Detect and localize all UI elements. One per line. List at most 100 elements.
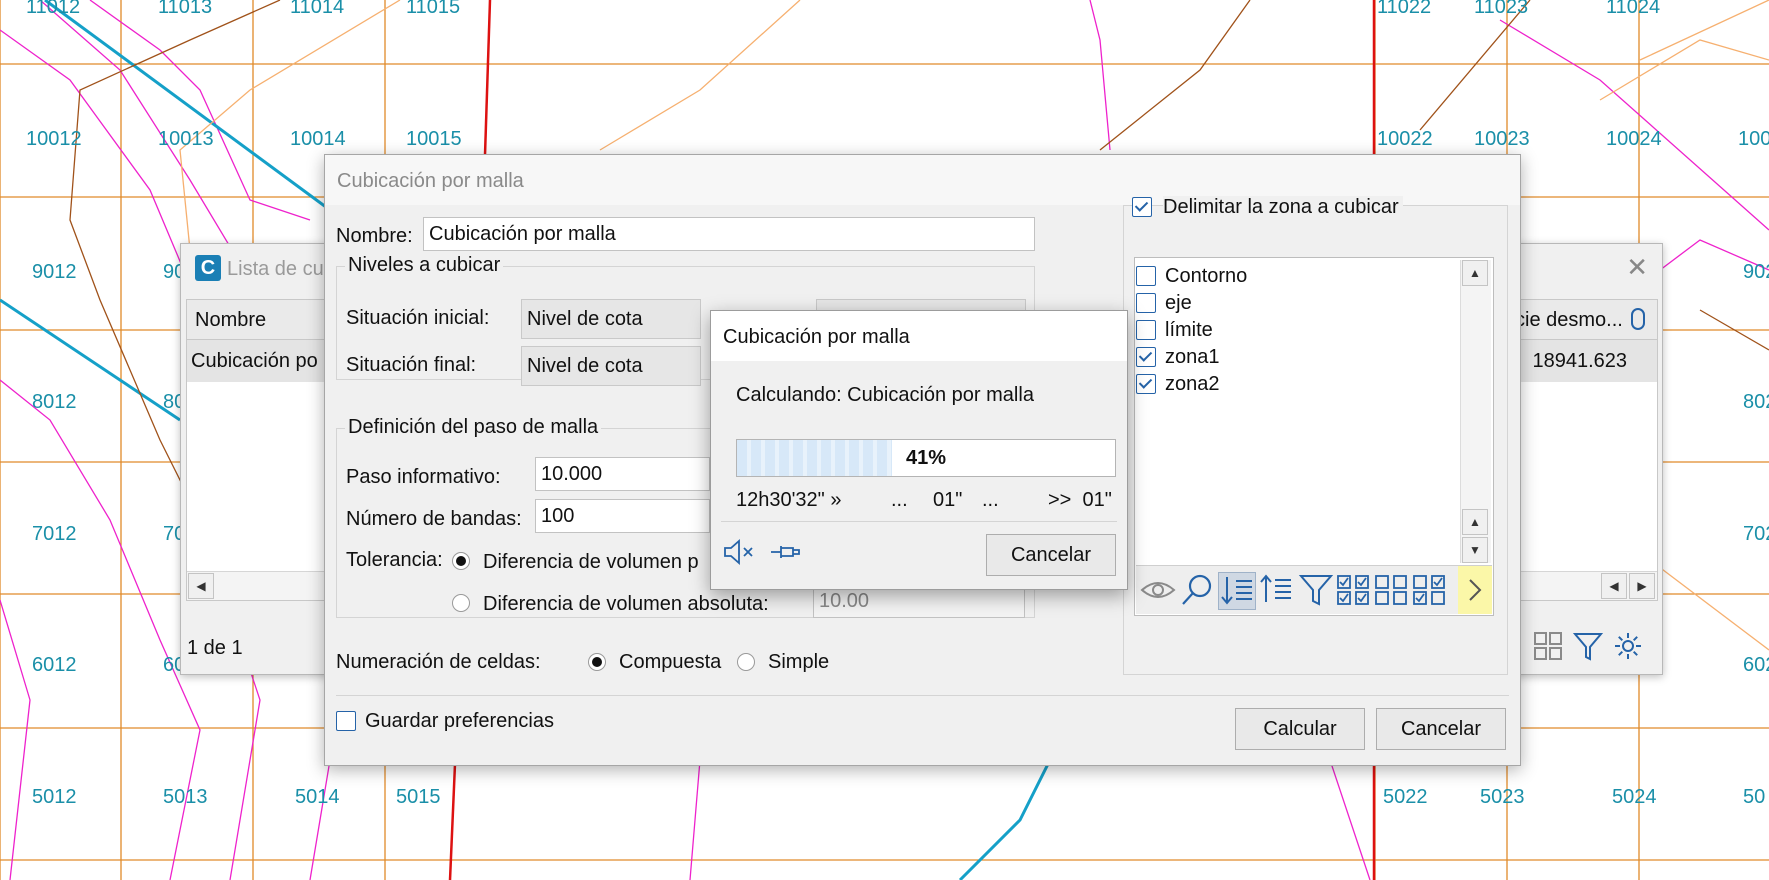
- progress-cancel-button[interactable]: Cancelar: [986, 534, 1116, 576]
- zone-checkbox[interactable]: [1136, 266, 1156, 286]
- zone-label: Contorno: [1165, 265, 1248, 287]
- search-icon[interactable]: [1180, 572, 1216, 608]
- final-situation-select[interactable]: Nivel de cota: [521, 346, 701, 386]
- scroll-down-button[interactable]: ▼: [1462, 537, 1488, 563]
- tolerance-relative-label: Diferencia de volumen p: [483, 551, 699, 573]
- final-situation-label: Situación final:: [346, 354, 477, 376]
- step-field[interactable]: 10.000: [535, 457, 710, 491]
- map-cell-label: 10023: [1474, 128, 1530, 150]
- map-cell-label: 50: [1743, 786, 1766, 808]
- bands-field[interactable]: 100: [535, 499, 710, 533]
- delimit-zone-checkbox[interactable]: [1132, 197, 1152, 217]
- map-cell-label: 5023: [1480, 786, 1525, 808]
- map-cell-label: 5024: [1612, 786, 1657, 808]
- progress-percent: 41%: [905, 447, 947, 469]
- mute-icon[interactable]: [723, 538, 755, 566]
- map-cell-label: 10013: [158, 128, 214, 150]
- map-cell-label: 11014: [290, 0, 345, 18]
- column-header-label: cie desmo...: [1515, 309, 1623, 331]
- progress-remaining: >> 01": [1048, 489, 1112, 511]
- close-icon[interactable]: ✕: [1626, 252, 1648, 283]
- initial-situation-select[interactable]: Nivel de cota: [521, 299, 701, 339]
- map-cell-label: 10022: [1377, 128, 1433, 150]
- delimit-zone-label: Delimitar la zona a cubicar: [1163, 196, 1403, 219]
- column-header-surface[interactable]: cie desmo...: [1507, 300, 1657, 340]
- levels-legend: Niveles a cubicar: [345, 254, 504, 277]
- scroll-left-button-right[interactable]: ◀: [1601, 573, 1627, 599]
- scroll-up-button[interactable]: ▲: [1462, 260, 1488, 286]
- progress-dialog: Cubicación por malla Calculando: Cubicac…: [710, 310, 1128, 590]
- scroll-page-up-button[interactable]: ▲: [1462, 509, 1488, 535]
- scroll-left-button[interactable]: ◀: [188, 573, 214, 599]
- scroll-right-button[interactable]: ▶: [1629, 573, 1655, 599]
- map-cell-label: 10012: [26, 128, 82, 150]
- numbering-compound-radio[interactable]: [588, 653, 606, 671]
- chevron-right-icon[interactable]: [1458, 566, 1492, 614]
- sort-descending-icon[interactable]: [1218, 572, 1256, 610]
- numbering-simple-radio[interactable]: [737, 653, 755, 671]
- numbering-label: Numeración de celdas:: [336, 651, 541, 673]
- map-cell-label: 10014: [290, 128, 346, 150]
- map-cell-label: 11012: [26, 0, 81, 18]
- pager-text: 1 de 1: [187, 637, 243, 659]
- calculate-button[interactable]: Calcular: [1235, 708, 1365, 750]
- cancel-button[interactable]: Cancelar: [1376, 708, 1506, 750]
- progress-dots: ...: [982, 489, 999, 511]
- zone-label: límite: [1165, 319, 1213, 341]
- map-cell-label: 5013: [163, 786, 208, 808]
- map-cell-label: 5022: [1383, 786, 1428, 808]
- list-window-title: Lista de cu: [227, 258, 324, 280]
- app-logo-icon: C: [195, 255, 221, 281]
- map-cell-label: 8012: [32, 391, 77, 413]
- map-cell-label: 10024: [1606, 128, 1662, 150]
- row-value: 18941.623: [1532, 350, 1627, 372]
- grid-step-legend: Definición del paso de malla: [345, 416, 602, 439]
- numbering-simple-label: Simple: [768, 651, 830, 673]
- divider: [721, 521, 1117, 522]
- filter-icon[interactable]: [1298, 572, 1334, 608]
- gear-icon[interactable]: [1613, 631, 1643, 661]
- zone-label: zona2: [1165, 373, 1220, 395]
- map-cell-label: 7012: [32, 523, 77, 545]
- tolerance-absolute-radio[interactable]: [452, 594, 470, 612]
- row-name: Cubicación po: [191, 350, 318, 372]
- map-cell-label: 11015: [406, 0, 461, 18]
- map-cell-label: 802: [1743, 391, 1769, 413]
- progress-title: Cubicación por malla: [711, 311, 1127, 361]
- invert-selection-icon[interactable]: [1412, 572, 1448, 608]
- map-cell-label: 11022: [1377, 0, 1432, 18]
- select-all-icon[interactable]: [1336, 572, 1372, 608]
- map-cell-label: 5012: [32, 786, 77, 808]
- name-field[interactable]: Cubicación por malla: [423, 217, 1035, 251]
- sort-ascending-icon[interactable]: [1258, 572, 1294, 608]
- tolerance-absolute-label: Diferencia de volumen absoluta:: [483, 593, 769, 615]
- tolerance-label: Tolerancia:: [346, 549, 443, 571]
- zone-checkbox[interactable]: [1136, 293, 1156, 313]
- name-label: Nombre:: [336, 225, 413, 247]
- vertical-scrollbar[interactable]: ▲ ▲ ▼: [1460, 260, 1491, 563]
- zone-toolbar: [1136, 565, 1492, 614]
- eye-icon[interactable]: [1140, 572, 1176, 608]
- filter-icon[interactable]: [1572, 631, 1604, 661]
- tolerance-relative-radio[interactable]: [452, 552, 470, 570]
- zone-checkbox[interactable]: [1136, 347, 1156, 367]
- step-label: Paso informativo:: [346, 466, 501, 488]
- divider: [336, 695, 1509, 696]
- progress-bar: 41%: [736, 439, 1116, 477]
- pin-icon[interactable]: [769, 538, 801, 566]
- grid-view-icon[interactable]: [1533, 631, 1563, 661]
- map-cell-label: 10015: [406, 128, 462, 150]
- save-preferences-checkbox[interactable]: [336, 711, 356, 731]
- zone-list: Contorno eje límite zona1 zona2 ▲ ▲ ▼: [1134, 257, 1494, 616]
- zone-label: eje: [1165, 292, 1192, 314]
- bands-label: Número de bandas:: [346, 508, 522, 530]
- map-cell-label: 9012: [32, 261, 77, 283]
- progress-message: Calculando: Cubicación por malla: [736, 384, 1034, 406]
- zone-checkbox[interactable]: [1136, 320, 1156, 340]
- zone-checkbox[interactable]: [1136, 374, 1156, 394]
- map-cell-label: 100: [1738, 128, 1769, 150]
- save-preferences-label: Guardar preferencias: [365, 710, 554, 732]
- map-cell-label: 11024: [1606, 0, 1661, 18]
- sort-toggle-icon[interactable]: [1631, 308, 1645, 330]
- deselect-all-icon[interactable]: [1374, 572, 1410, 608]
